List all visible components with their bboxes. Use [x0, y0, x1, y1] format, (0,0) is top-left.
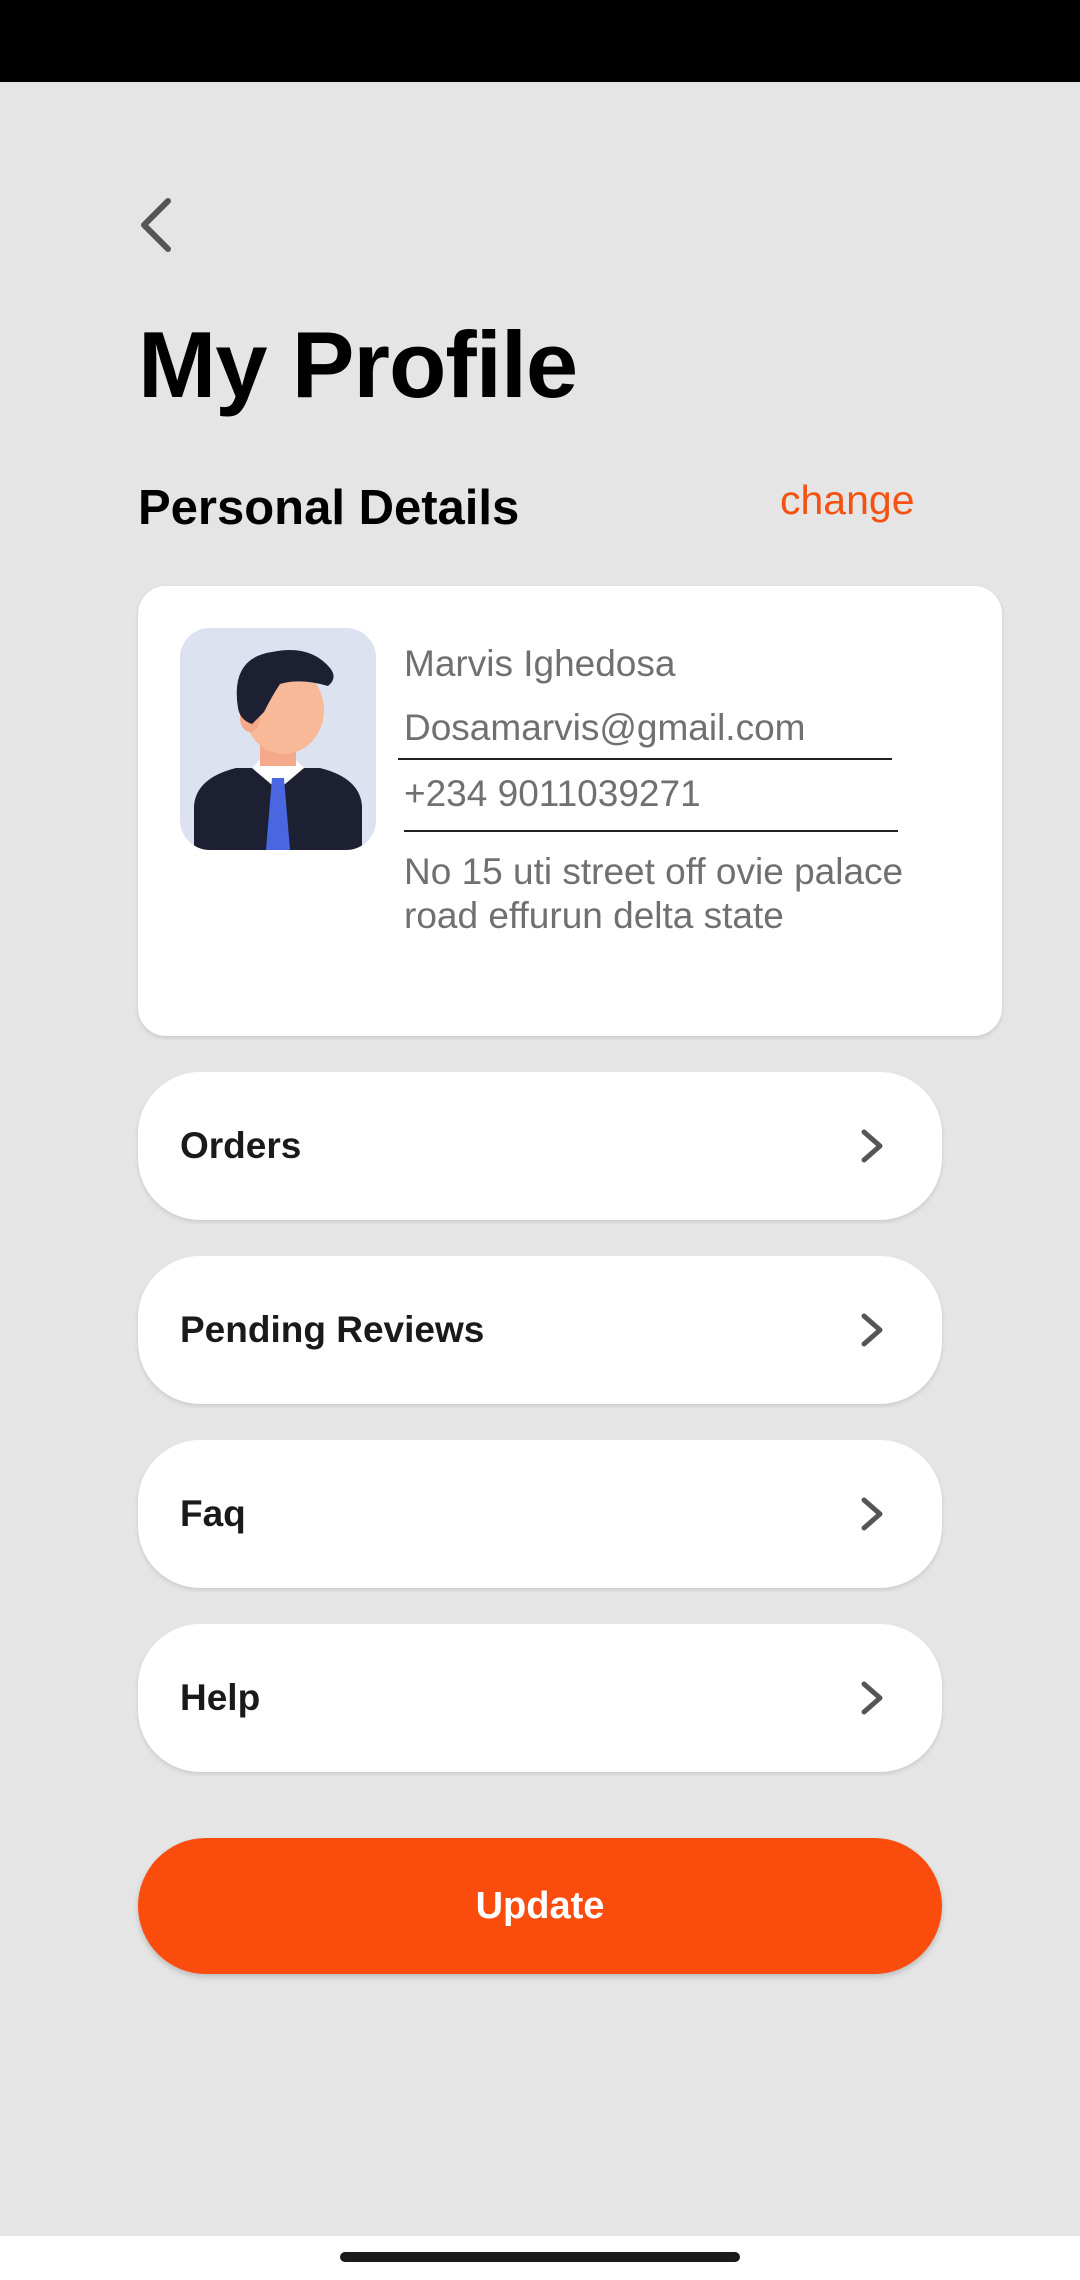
personal-details-title: Personal Details: [138, 481, 520, 535]
menu-item-orders[interactable]: Orders: [138, 1072, 942, 1220]
menu-item-label: Pending Reviews: [180, 1309, 485, 1350]
menu-item-faq[interactable]: Faq: [138, 1440, 942, 1588]
status-bar: [0, 0, 1080, 82]
menu-item-label: Faq: [180, 1493, 246, 1534]
user-avatar-icon: [180, 628, 376, 850]
chevron-right-icon: [861, 1313, 883, 1347]
email-underline: [398, 758, 892, 760]
menu-item-help[interactable]: Help: [138, 1624, 942, 1772]
change-link[interactable]: change: [780, 480, 915, 521]
menu-item-label: Help: [180, 1677, 261, 1718]
profile-phone: +234 9011039271: [404, 773, 701, 814]
back-button[interactable]: [126, 190, 186, 260]
home-indicator[interactable]: [340, 2252, 740, 2262]
avatar: [180, 628, 376, 850]
chevron-right-icon: [861, 1129, 883, 1163]
chevron-left-icon: [141, 198, 171, 252]
update-button[interactable]: Update: [138, 1838, 942, 1974]
profile-email: Dosamarvis@gmail.com: [404, 707, 806, 748]
menu-item-label: Orders: [180, 1125, 302, 1166]
chevron-right-icon: [861, 1681, 883, 1715]
profile-card: Marvis Ighedosa Dosamarvis@gmail.com +23…: [138, 586, 1002, 1036]
profile-address: No 15 uti street off ovie palace road ef…: [404, 851, 904, 937]
page-title: My Profile: [138, 312, 578, 417]
phone-underline: [404, 830, 898, 832]
chevron-right-icon: [861, 1497, 883, 1531]
profile-name: Marvis Ighedosa: [404, 643, 676, 684]
menu-item-pending-reviews[interactable]: Pending Reviews: [138, 1256, 942, 1404]
